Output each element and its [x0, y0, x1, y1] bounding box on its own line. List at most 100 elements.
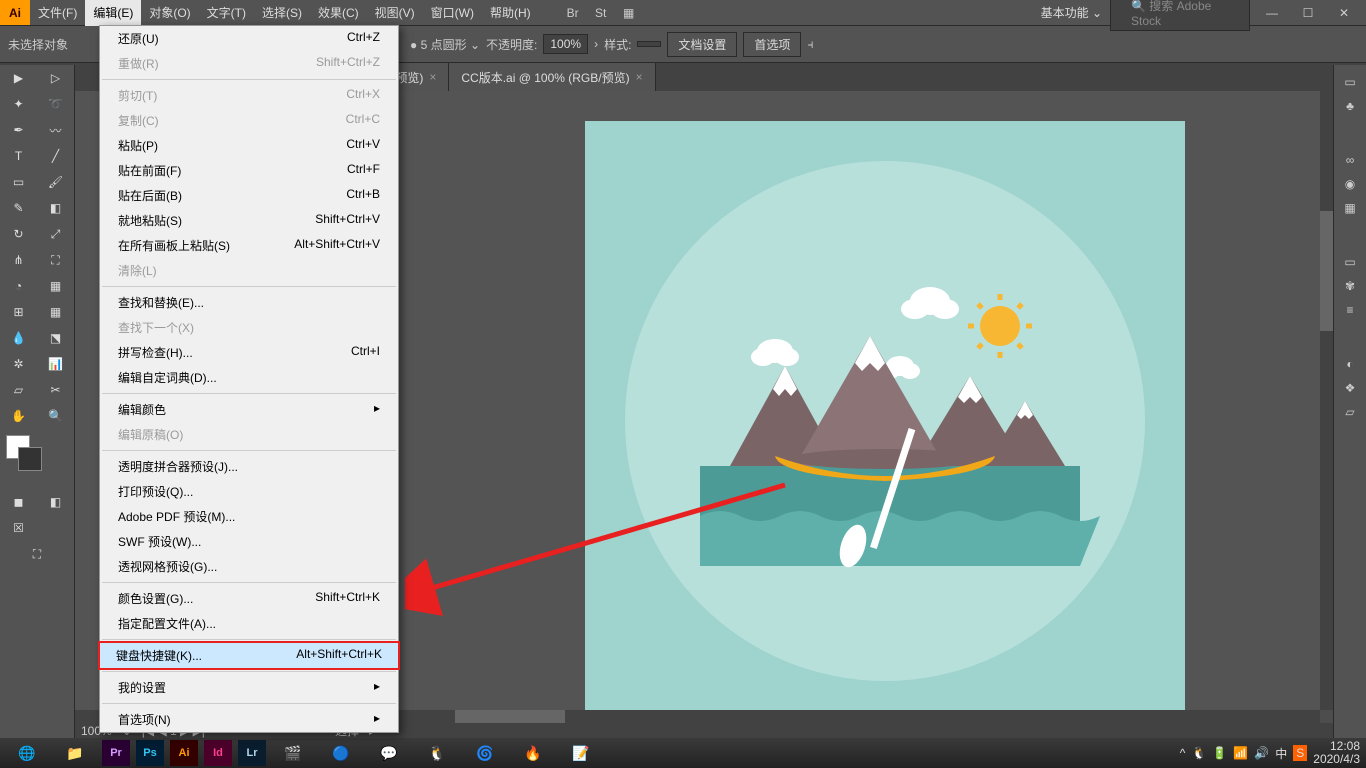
menu-keyboard-shortcuts[interactable]: 键盘快捷键(K)...Alt+Shift+Ctrl+K [98, 641, 400, 670]
menu-help[interactable]: 帮助(H) [482, 0, 539, 26]
scroll-thumb[interactable] [1320, 211, 1333, 331]
menu-pdf-preset[interactable]: Adobe PDF 预设(M)... [100, 504, 398, 529]
stock-icon[interactable]: St [587, 3, 615, 23]
premiere-icon[interactable]: Pr [102, 740, 130, 766]
libraries-icon[interactable]: ♣ [1346, 99, 1354, 113]
menu-cut[interactable]: 剪切(T)Ctrl+X [100, 83, 398, 108]
arrange-icon[interactable]: ▦ [615, 3, 643, 23]
brush-icon[interactable]: ▭ [1344, 255, 1355, 269]
tray-wifi-icon[interactable]: 📶 [1233, 746, 1248, 760]
menu-perspective-preset[interactable]: 透视网格预设(G)... [100, 554, 398, 579]
scroll-thumb[interactable] [455, 710, 565, 723]
document-tab-2[interactable]: CC版本.ai @ 100% (RGB/预览)× [449, 63, 655, 91]
menu-effect[interactable]: 效果(C) [310, 0, 367, 26]
minimize-button[interactable]: — [1258, 3, 1286, 23]
opacity-input[interactable]: 100% [543, 34, 588, 54]
clock[interactable]: 12:08 2020/4/3 [1313, 740, 1360, 766]
pen-tool[interactable]: ✒ [0, 117, 37, 143]
properties-icon[interactable]: ▭ [1344, 75, 1355, 89]
eraser-tool[interactable]: ◧ [37, 195, 74, 221]
movie-icon[interactable]: 🎬 [272, 740, 314, 766]
none-mode[interactable]: ☒ [0, 515, 37, 541]
qq-icon[interactable]: 🐧 [416, 740, 458, 766]
color-swatches[interactable] [0, 429, 74, 489]
menu-spellcheck[interactable]: 拼写检查(H)...Ctrl+I [100, 340, 398, 365]
mesh-tool[interactable]: ⊞ [0, 299, 37, 325]
menu-paste[interactable]: 粘贴(P)Ctrl+V [100, 133, 398, 158]
color-mode[interactable]: ◼ [0, 489, 37, 515]
curvature-tool[interactable]: 〰 [37, 117, 74, 143]
tray-battery-icon[interactable]: 🔋 [1212, 746, 1227, 760]
document-setup-button[interactable]: 文档设置 [667, 32, 737, 57]
bridge-icon[interactable]: Br [559, 3, 587, 23]
menu-find-replace[interactable]: 查找和替换(E)... [100, 290, 398, 315]
tray-volume-icon[interactable]: 🔊 [1254, 746, 1269, 760]
menu-paste-front[interactable]: 贴在前面(F)Ctrl+F [100, 158, 398, 183]
menu-window[interactable]: 窗口(W) [423, 0, 482, 26]
menu-redo[interactable]: 重做(R)Shift+Ctrl+Z [100, 51, 398, 76]
gradient-tool[interactable]: ▦ [37, 299, 74, 325]
preferences-button[interactable]: 首选项 [743, 32, 801, 57]
color-icon[interactable]: ◉ [1345, 177, 1355, 191]
width-tool[interactable]: ⋔ [0, 247, 37, 273]
artboard-tool[interactable]: ▱ [0, 377, 37, 403]
symbol-sprayer-tool[interactable]: ✲ [0, 351, 37, 377]
tray-sogou-icon[interactable]: S [1293, 745, 1307, 761]
cc-icon[interactable]: ∞ [1346, 153, 1355, 167]
shape-builder-tool[interactable]: ◔ [0, 273, 37, 299]
stroke2-icon[interactable]: ≡ [1346, 303, 1353, 317]
magic-wand-tool[interactable]: ✦ [0, 91, 37, 117]
menu-view[interactable]: 视图(V) [367, 0, 423, 26]
fire-icon[interactable]: 🔥 [512, 740, 554, 766]
rotate-tool[interactable]: ↻ [0, 221, 37, 247]
menu-edit[interactable]: 编辑(E) [85, 0, 141, 26]
illustrator-icon[interactable]: Ai [170, 740, 198, 766]
close-icon[interactable]: × [636, 70, 643, 84]
menu-my-settings[interactable]: 我的设置▸ [100, 675, 398, 700]
type-tool[interactable]: T [0, 143, 37, 169]
tray-expand-icon[interactable]: ^ [1180, 746, 1186, 760]
maximize-button[interactable]: ☐ [1294, 3, 1322, 23]
chat-icon[interactable]: 💬 [368, 740, 410, 766]
zoom-tool[interactable]: 🔍 [37, 403, 74, 429]
photoshop-icon[interactable]: Ps [136, 740, 164, 766]
ball-icon[interactable]: 🔵 [320, 740, 362, 766]
scale-tool[interactable]: ⤢ [37, 221, 74, 247]
shaper-tool[interactable]: ✎ [0, 195, 37, 221]
lightroom-icon[interactable]: Lr [238, 740, 266, 766]
menu-type[interactable]: 文字(T) [199, 0, 254, 26]
menu-find-next[interactable]: 查找下一个(X) [100, 315, 398, 340]
menu-preferences[interactable]: 首选项(N)▸ [100, 707, 398, 732]
tray-ime-icon[interactable]: 中 [1275, 745, 1287, 762]
chrome-icon[interactable]: 🌀 [464, 740, 506, 766]
artboards-icon[interactable]: ▱ [1345, 405, 1354, 419]
selection-tool[interactable]: ▶ [0, 65, 37, 91]
blend-tool[interactable]: ⬔ [37, 325, 74, 351]
close-button[interactable]: ✕ [1330, 3, 1358, 23]
stroke-profile[interactable]: ● 5 点圆形 ⌄ [410, 36, 480, 53]
free-transform-tool[interactable]: ⛶ [37, 247, 74, 273]
layers-icon[interactable]: ❖ [1345, 381, 1356, 395]
line-tool[interactable]: ╱ [37, 143, 74, 169]
explorer-icon[interactable]: 📁 [54, 740, 96, 766]
menu-assign-profile[interactable]: 指定配置文件(A)... [100, 611, 398, 636]
menu-select[interactable]: 选择(S) [254, 0, 310, 26]
menu-print-preset[interactable]: 打印预设(Q)... [100, 479, 398, 504]
menu-transparency-preset[interactable]: 透明度拼合器预设(J)... [100, 454, 398, 479]
menu-edit-colors[interactable]: 编辑颜色▸ [100, 397, 398, 422]
notes-icon[interactable]: 📝 [560, 740, 602, 766]
browser-icon[interactable]: 🌐 [6, 740, 48, 766]
tray-qq-icon[interactable]: 🐧 [1191, 746, 1206, 760]
menu-paste-back[interactable]: 贴在后面(B)Ctrl+B [100, 183, 398, 208]
screen-mode[interactable]: ⛶ [0, 541, 74, 567]
menu-edit-original[interactable]: 编辑原稿(O) [100, 422, 398, 447]
menu-copy[interactable]: 复制(C)Ctrl+C [100, 108, 398, 133]
menu-clear[interactable]: 清除(L) [100, 258, 398, 283]
align-icon[interactable]: ⫞ [807, 37, 813, 52]
menu-paste-all-artboards[interactable]: 在所有画板上粘贴(S)Alt+Shift+Ctrl+V [100, 233, 398, 258]
gradient-mode[interactable]: ◧ [37, 489, 74, 515]
transparency-icon[interactable]: ◐ [1346, 357, 1353, 371]
slice-tool[interactable]: ✂ [37, 377, 74, 403]
rectangle-tool[interactable]: ▭ [0, 169, 37, 195]
indesign-icon[interactable]: Id [204, 740, 232, 766]
